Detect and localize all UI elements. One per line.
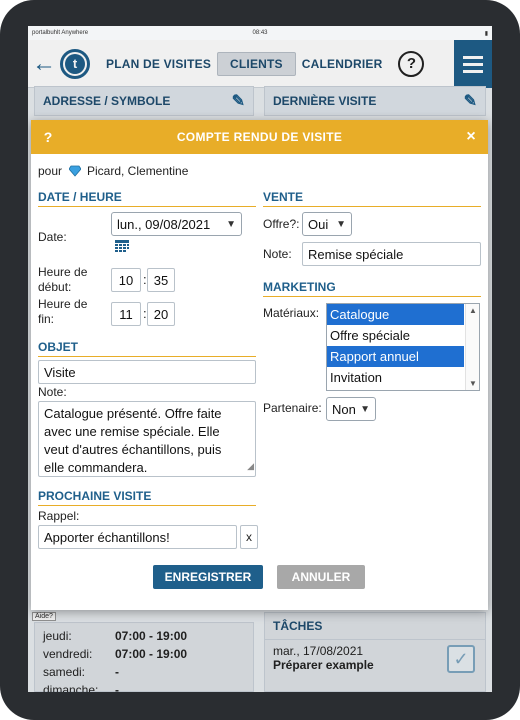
scroll-down-icon[interactable]: ▼	[466, 379, 480, 388]
dialog-header: ? COMPTE RENDU DE VISITE ×	[31, 120, 488, 154]
calendar-icon[interactable]	[115, 240, 129, 252]
resize-grip-icon[interactable]: ◢	[247, 457, 254, 475]
date-section-title: DATE / HEURE	[38, 190, 256, 207]
object-section-title: OBJET	[38, 340, 256, 357]
close-icon[interactable]: ×	[454, 128, 488, 146]
end-time-label-line1: Heure de	[38, 297, 88, 311]
note-label: Note:	[38, 385, 67, 399]
materials-option[interactable]: Rapport annuel	[327, 346, 464, 367]
clear-reminder-button[interactable]: x	[240, 525, 258, 549]
carrier-label: portalbuhlt Anywhere	[32, 30, 89, 36]
end-hour-input[interactable]: 11	[111, 302, 141, 326]
client-name: Picard, Clementine	[87, 164, 189, 178]
note-textarea[interactable]: Catalogue présenté. Offre faite avec une…	[38, 401, 256, 477]
reminder-label: Rappel:	[38, 509, 80, 523]
note-line: elle commandera.	[44, 460, 148, 475]
start-time-label-line2: début:	[38, 280, 72, 294]
visit-report-dialog: ? COMPTE RENDU DE VISITE × pour Picard, …	[31, 120, 488, 610]
scroll-up-icon[interactable]: ▲	[466, 306, 480, 315]
partner-label: Partenaire:	[263, 401, 322, 415]
start-minute-input[interactable]: 35	[147, 268, 175, 292]
next-visit-section-title: PROCHAINE VISITE	[38, 489, 256, 506]
save-button[interactable]: ENREGISTRER	[153, 565, 263, 589]
end-time-label-line2: fin:	[38, 312, 55, 326]
materials-option[interactable]: Catalogue	[327, 304, 464, 325]
materials-label: Matériaux:	[263, 306, 320, 320]
for-label: pour	[38, 164, 63, 178]
chevron-down-icon: ▼	[336, 218, 346, 230]
note-line: avec une remise spéciale. Elle	[44, 424, 220, 439]
dialog-title: COMPTE RENDU DE VISITE	[176, 130, 343, 144]
materials-listbox[interactable]: Catalogue Offre spéciale Rapport annuel …	[326, 303, 480, 391]
status-bar: portalbuhlt Anywhere 08:43 ▮	[28, 26, 492, 40]
tablet-frame: portalbuhlt Anywhere 08:43 ▮ ← t PLAN DE…	[0, 0, 520, 720]
dialog-help-icon[interactable]: ?	[31, 129, 65, 145]
clock: 08:43	[252, 30, 268, 36]
object-input[interactable]: Visite	[38, 360, 256, 384]
chevron-down-icon: ▼	[226, 218, 236, 230]
date-label: Date:	[38, 230, 67, 244]
materials-option[interactable]: Offre spéciale	[327, 325, 464, 346]
partner-select[interactable]: Non ▼	[326, 397, 376, 421]
battery-indicator: ▮	[484, 30, 488, 37]
materials-option[interactable]: Invitation	[327, 367, 464, 388]
cancel-button[interactable]: ANNULER	[277, 565, 365, 589]
diamond-icon	[69, 165, 81, 177]
start-time-label-line1: Heure de	[38, 265, 88, 279]
offer-label: Offre?:	[263, 217, 300, 231]
note-line: veut d'autres échantillons, puis	[44, 442, 222, 457]
offer-select[interactable]: Oui ▼	[302, 212, 352, 236]
note-line: Catalogue présenté. Offre faite	[44, 406, 222, 421]
sale-section-title: VENTE	[263, 190, 481, 207]
sale-note-label: Note:	[263, 247, 292, 261]
start-hour-input[interactable]: 10	[111, 268, 141, 292]
end-minute-input[interactable]: 20	[147, 302, 175, 326]
sale-note-input[interactable]: Remise spéciale	[302, 242, 481, 266]
listbox-scrollbar[interactable]: ▲ ▼	[465, 304, 479, 390]
screen: portalbuhlt Anywhere 08:43 ▮ ← t PLAN DE…	[28, 26, 492, 692]
marketing-section-title: MARKETING	[263, 280, 481, 297]
chevron-down-icon: ▼	[360, 403, 370, 415]
reminder-input[interactable]: Apporter échantillons!	[38, 525, 237, 549]
date-select[interactable]: lun., 09/08/2021 ▼	[111, 212, 242, 236]
